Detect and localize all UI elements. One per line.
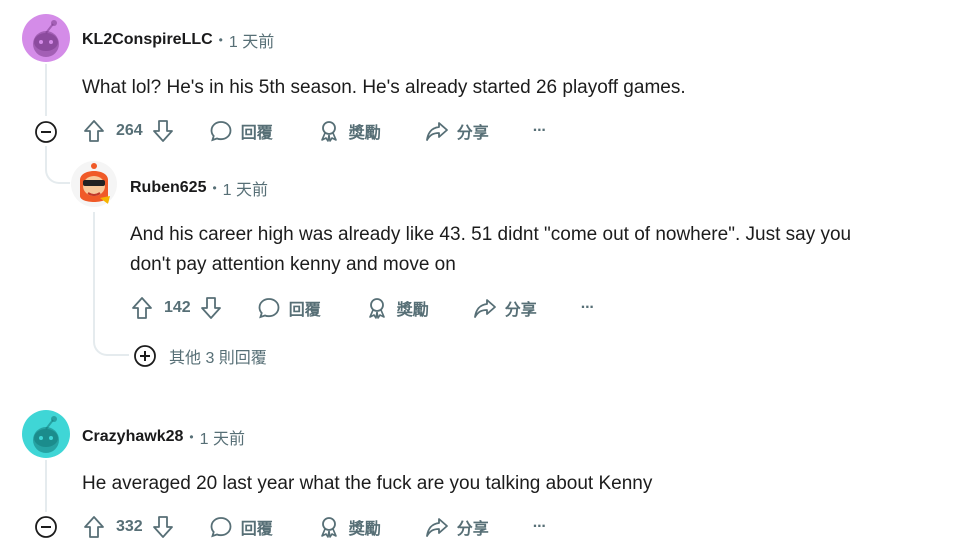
collapse-button[interactable]: [34, 515, 58, 544]
upvote-button[interactable]: [130, 295, 154, 321]
comment-body: He averaged 20 last year what the fuck a…: [82, 473, 653, 494]
upvote-button[interactable]: [82, 514, 106, 540]
award-icon: [320, 517, 337, 538]
share-label: 分享: [504, 302, 537, 319]
reply-button[interactable]: 回覆: [209, 119, 273, 143]
thread-line: [93, 212, 95, 330]
reply-button[interactable]: 回覆: [257, 296, 321, 320]
custom-avatar-icon: [71, 161, 117, 207]
reply-label: 回覆: [240, 125, 273, 142]
comment-header: Crazyhawk28 • 1 天前: [82, 425, 245, 449]
downvote-button[interactable]: [151, 514, 175, 540]
vote-count: 332: [116, 518, 143, 535]
award-icon: [368, 298, 385, 319]
username[interactable]: Ruben625: [130, 179, 206, 197]
more-options-button[interactable]: ···: [532, 518, 547, 536]
thread-line: [45, 64, 47, 116]
chat-bubble-icon: [210, 517, 232, 538]
more-options-button[interactable]: ···: [532, 122, 547, 140]
comment-header: KL2ConspireLLC • 1 天前: [82, 28, 274, 52]
more-options-icon: ···: [532, 518, 547, 535]
action-bar: 332 回覆 獎勵 分享 ···: [82, 514, 547, 540]
share-icon: [473, 299, 496, 318]
award-label: 獎勵: [348, 125, 381, 142]
upvote-icon: [84, 120, 104, 142]
share-label: 分享: [456, 125, 489, 142]
username[interactable]: Crazyhawk28: [82, 428, 183, 446]
share-button[interactable]: 分享: [425, 119, 489, 143]
award-label: 獎勵: [396, 302, 429, 319]
downvote-button[interactable]: [151, 118, 175, 144]
chat-bubble-icon: [210, 121, 232, 142]
comment-body-line: don't pay attention kenny and move on: [130, 254, 456, 275]
share-icon: [425, 518, 448, 537]
separator: •: [212, 181, 217, 195]
share-button[interactable]: 分享: [473, 296, 537, 320]
downvote-button[interactable]: [199, 295, 223, 321]
action-bar: 264 回覆 獎勵 分享 ···: [82, 118, 547, 144]
upvote-icon: [84, 516, 104, 538]
share-label: 分享: [456, 521, 489, 538]
comment-body: And his career high was already like 43.…: [130, 220, 851, 280]
award-button[interactable]: 獎勵: [317, 119, 381, 143]
share-button[interactable]: 分享: [425, 515, 489, 539]
reply-label: 回覆: [288, 302, 321, 319]
more-options-button[interactable]: ···: [580, 299, 595, 317]
downvote-icon: [152, 516, 173, 538]
upvote-button[interactable]: [82, 118, 106, 144]
award-label: 獎勵: [348, 521, 381, 538]
avatar[interactable]: [70, 160, 118, 208]
more-options-icon: ···: [532, 122, 547, 139]
separator: •: [189, 430, 194, 444]
award-button[interactable]: 獎勵: [365, 296, 429, 320]
share-icon: [425, 122, 448, 141]
more-replies-button[interactable]: 其他 3 則回覆: [133, 344, 267, 368]
downvote-icon: [152, 120, 173, 142]
comment-body-line: And his career high was already like 43.…: [130, 224, 852, 245]
more-options-icon: ···: [580, 299, 595, 316]
comment-body: What lol? He's in his 5th season. He's a…: [82, 77, 686, 98]
timestamp[interactable]: 1 天前: [223, 176, 268, 200]
avatar[interactable]: [22, 14, 70, 62]
thread-line: [45, 460, 47, 512]
snoo-avatar-icon: [33, 20, 59, 57]
reply-label: 回覆: [240, 521, 273, 538]
timestamp[interactable]: 1 天前: [200, 425, 245, 449]
award-button[interactable]: 獎勵: [317, 515, 381, 539]
snoo-avatar-icon: [33, 416, 59, 453]
reply-button[interactable]: 回覆: [209, 515, 273, 539]
downvote-icon: [200, 297, 221, 319]
action-bar: 142 回覆 獎勵 分享 ···: [130, 295, 595, 321]
vote-count: 264: [116, 122, 143, 139]
award-icon: [320, 121, 337, 142]
minus-circle-icon: [35, 516, 57, 538]
upvote-icon: [132, 297, 152, 319]
more-replies-label: 其他 3 則回覆: [169, 350, 267, 367]
avatar[interactable]: [22, 410, 70, 458]
plus-circle-icon: [134, 345, 156, 367]
vote-count: 142: [164, 299, 191, 316]
username[interactable]: KL2ConspireLLC: [82, 31, 213, 49]
minus-circle-icon: [35, 121, 57, 143]
collapse-button[interactable]: [34, 120, 58, 149]
chat-bubble-icon: [258, 298, 280, 319]
thread-connector: [93, 330, 129, 356]
timestamp[interactable]: 1 天前: [229, 28, 274, 52]
separator: •: [218, 33, 223, 47]
comment-header: Ruben625 • 1 天前: [130, 176, 268, 200]
